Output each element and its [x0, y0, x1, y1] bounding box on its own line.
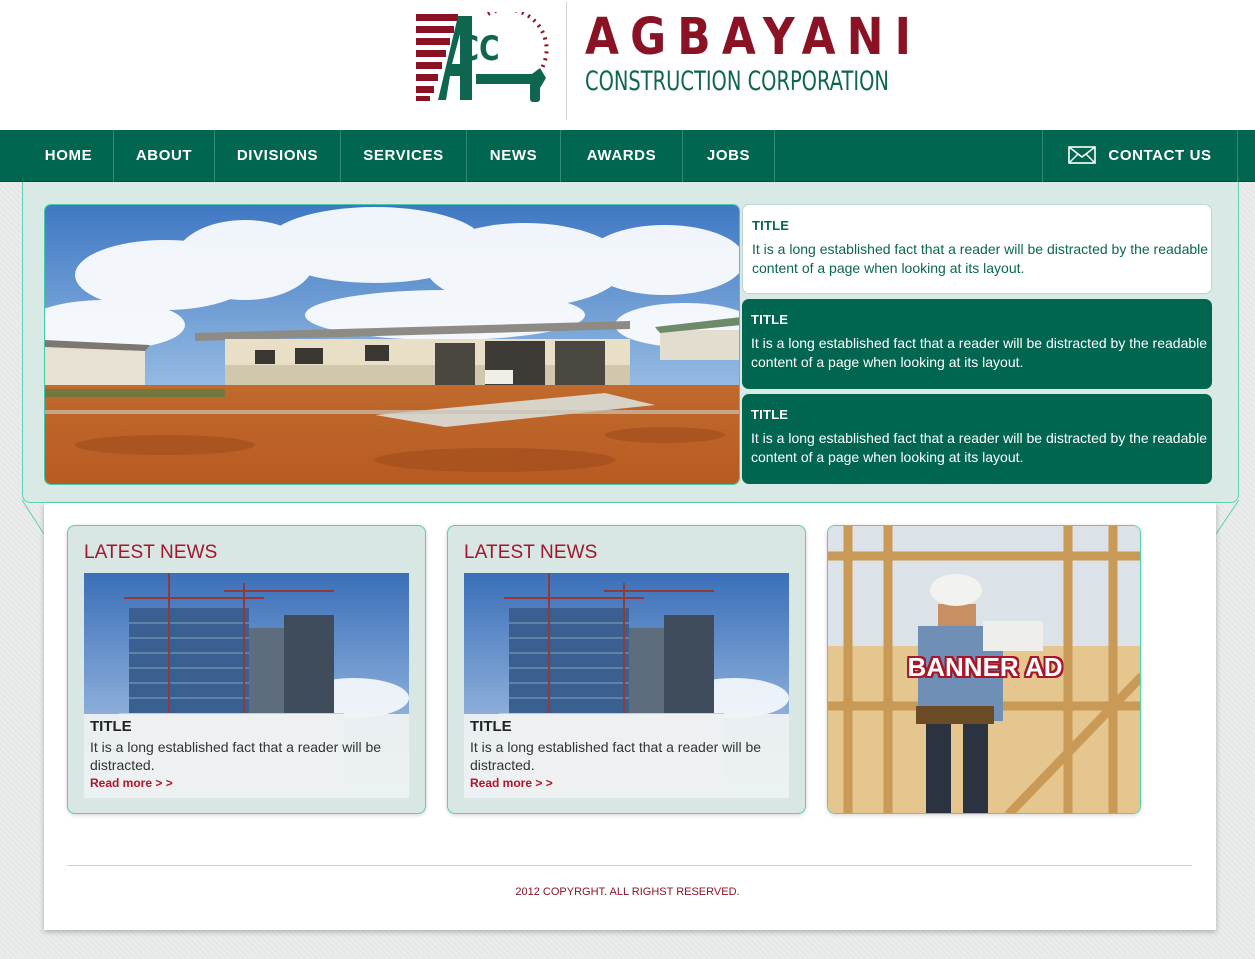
hero-panel-title: TITLE	[751, 312, 789, 327]
company-name: AGBAYANI	[585, 8, 923, 67]
news-title: TITLE	[90, 718, 132, 735]
contact-us-button[interactable]: CONTACT US	[1042, 130, 1238, 182]
news-heading: LATEST NEWS	[84, 542, 218, 563]
hero-panel-title: TITLE	[751, 407, 789, 422]
footer-divider	[67, 865, 1192, 866]
company-logo-icon[interactable]: CC	[416, 12, 551, 104]
copyright-text: 2012 COPYRGHT. ALL RIGHST RESERVED.	[515, 886, 740, 898]
hero-image[interactable]	[44, 204, 740, 485]
news-heading: LATEST NEWS	[464, 542, 598, 563]
site-header: CC AGBAYANI CONSTRUCTION CORPORATION	[0, 0, 1255, 130]
news-title: TITLE	[470, 718, 512, 735]
nav-item-divisions[interactable]: DIVISIONS	[215, 130, 341, 182]
nav-item-jobs[interactable]: JOBS	[683, 130, 775, 182]
nav-item-news[interactable]: NEWS	[467, 130, 561, 182]
nav-item-about[interactable]: ABOUT	[114, 130, 215, 182]
nav-item-awards[interactable]: AWARDS	[561, 130, 683, 182]
logo-divider	[566, 2, 567, 120]
hero-panel-text: It is a long established fact that a rea…	[751, 335, 1208, 370]
envelope-icon	[1068, 145, 1097, 164]
nav-item-services[interactable]: SERVICES	[341, 130, 467, 182]
read-more-link[interactable]: Read more > >	[470, 776, 783, 790]
banner-label: BANNER AD	[907, 652, 1063, 682]
read-more-link[interactable]: Read more > >	[90, 776, 403, 790]
hero-panel-2[interactable]: TITLE It is a long established fact that…	[742, 299, 1212, 389]
hero-panel-text: It is a long established fact that a rea…	[751, 430, 1208, 465]
banner-ad[interactable]: BANNER AD	[827, 525, 1141, 814]
company-subtitle: CONSTRUCTION CORPORATION	[585, 66, 889, 97]
house-construction-photo	[45, 205, 739, 484]
contact-us-label: CONTACT US	[1108, 147, 1212, 164]
news-card-1: LATEST NEWS TITLE It is a long establish…	[67, 525, 426, 814]
nav-item-home[interactable]: HOME	[24, 130, 114, 182]
news-caption: TITLE It is a long established fact that…	[84, 714, 409, 798]
news-card-2: LATEST NEWS TITLE It is a long establish…	[447, 525, 806, 814]
main-nav: HOME ABOUT DIVISIONS SERVICES NEWS AWARD…	[0, 130, 1255, 182]
news-caption: TITLE It is a long established fact that…	[464, 714, 789, 798]
hero-panel-text: It is a long established fact that a rea…	[752, 241, 1209, 276]
hero-panel-3[interactable]: TITLE It is a long established fact that…	[742, 394, 1212, 484]
hero-panel-1[interactable]: TITLE It is a long established fact that…	[742, 204, 1212, 294]
hero-panel-title: TITLE	[752, 218, 790, 233]
logo-initials: CC	[459, 29, 500, 68]
news-text: It is a long established fact that a rea…	[90, 739, 382, 773]
news-text: It is a long established fact that a rea…	[470, 739, 762, 773]
